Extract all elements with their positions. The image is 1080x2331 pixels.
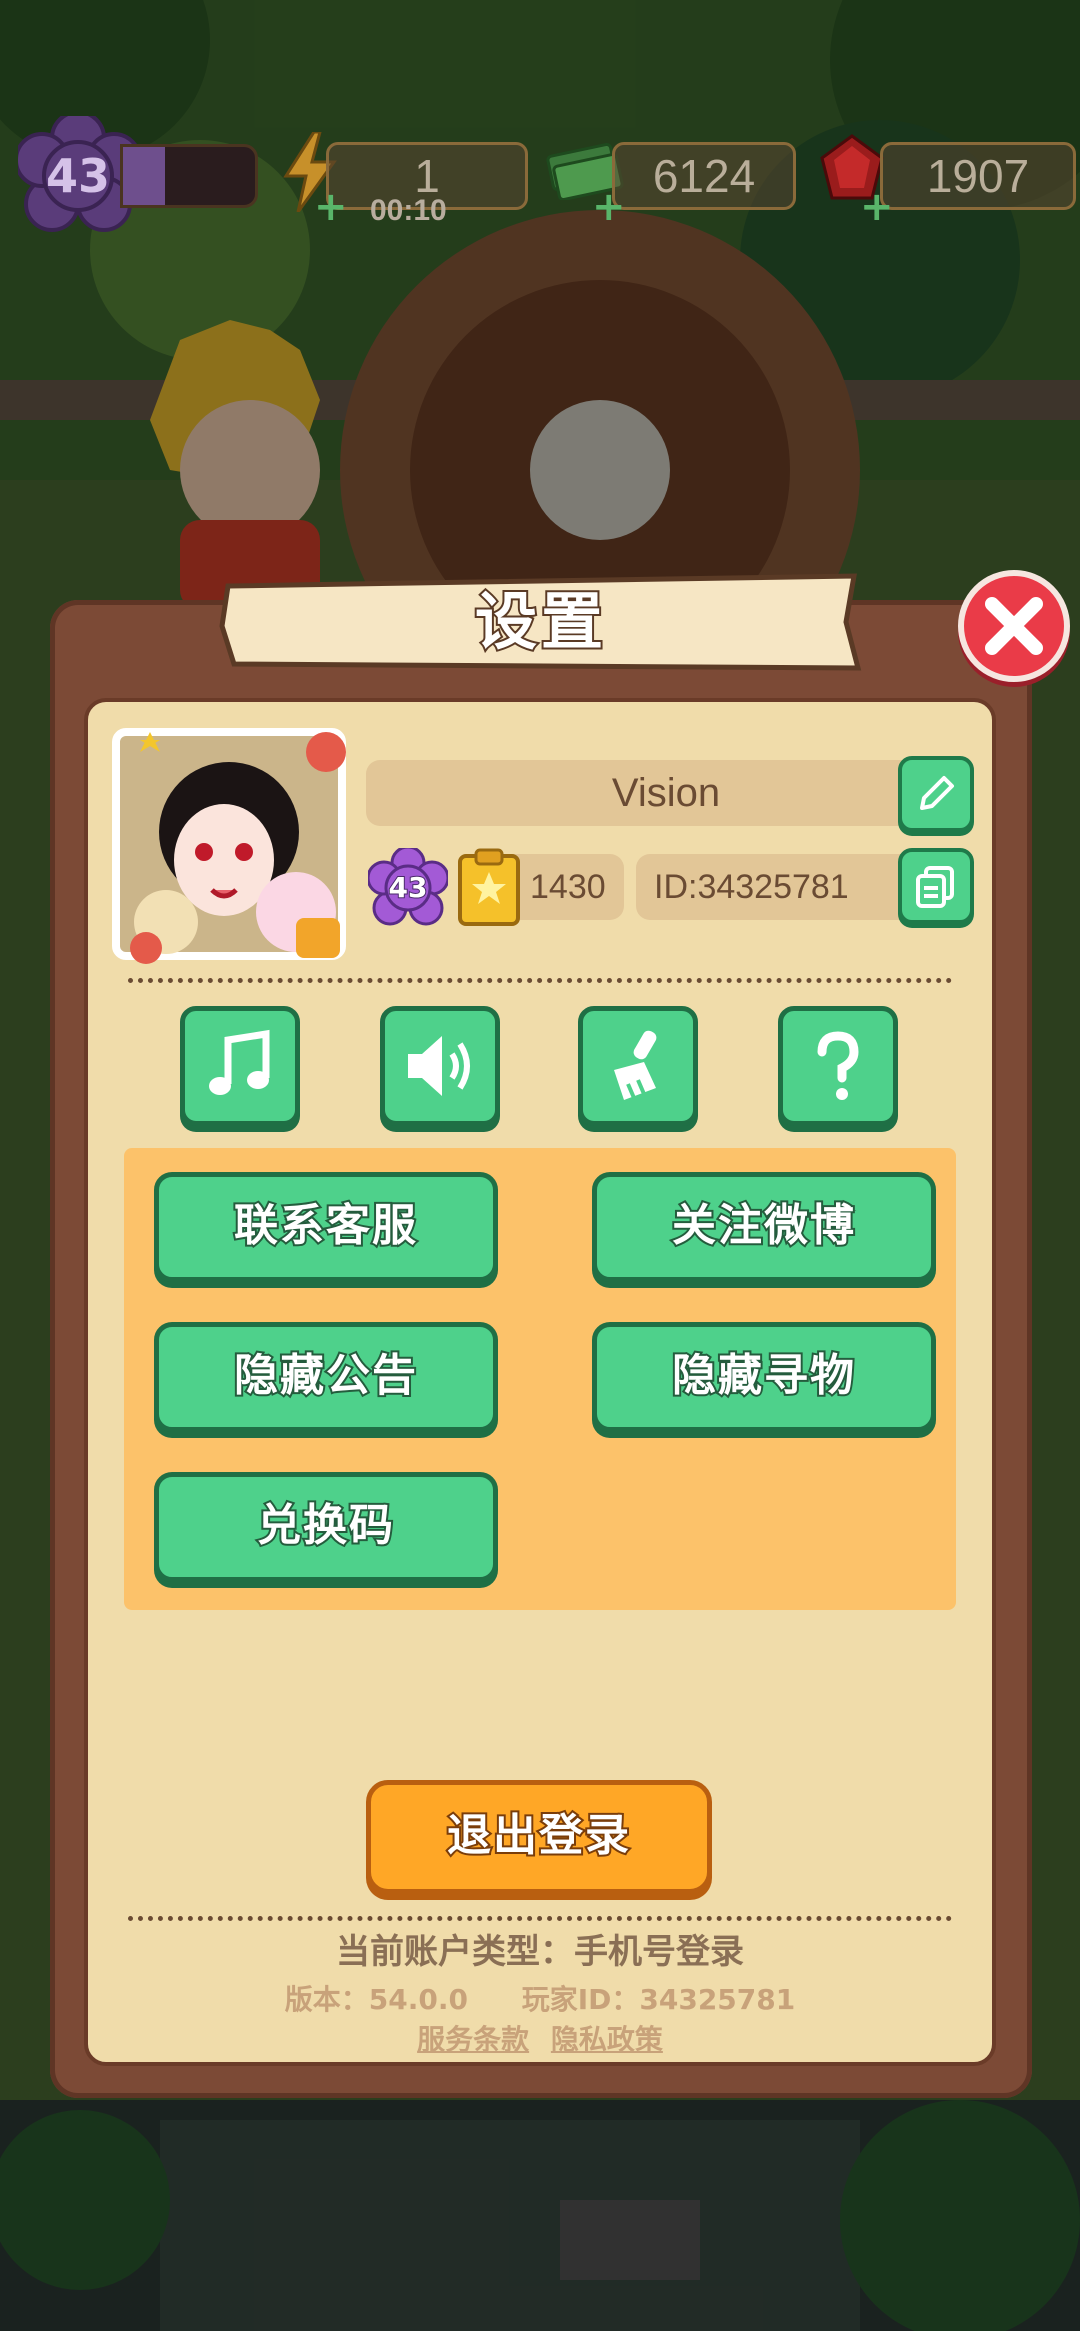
copy-icon [916,866,954,908]
close-button[interactable] [958,570,1070,682]
version-info: 版本：54.0.0 玩家ID：34325781 [84,1978,996,2018]
edit-name-button[interactable] [898,756,974,832]
hide-notice-button[interactable]: 隐藏公告 [154,1322,498,1432]
pencil-icon [920,776,954,810]
help-button[interactable] [778,1006,898,1126]
profile-level-badge: 43 [366,845,450,928]
xp-progress-bar [120,144,258,208]
customer-service-button[interactable]: 联系客服 [154,1172,498,1282]
dialog-title: 设置 [473,583,607,660]
player-name-field: Vision [366,760,966,826]
top-hud: 43 1 + 00:10 6124 + 1907 + [0,116,1080,232]
hide-search-button[interactable]: 隐藏寻物 [592,1322,936,1432]
divider [128,1916,952,1921]
player-id-label: 玩家ID：34325781 [521,1983,796,2016]
star-count-value: 1430 [530,868,606,906]
music-toggle-button[interactable] [180,1006,300,1126]
music-icon [209,1029,270,1095]
account-type-label: 当前账户类型：手机号登录 [336,1932,744,1972]
clear-cache-button[interactable] [578,1006,698,1126]
cash-counter: 6124 [612,142,796,210]
terms-link[interactable]: 服务条款 [417,2023,529,2056]
copy-id-button[interactable] [898,848,974,924]
xp-progress-fill [123,147,166,205]
player-id-field: ID:34325781 [636,854,932,920]
sound-toggle-button[interactable] [380,1006,500,1126]
energy-timer: 00:10 [370,194,447,227]
cash-plus-icon[interactable]: + [592,187,626,227]
brush-icon [614,1030,657,1100]
star-clipboard-icon [458,848,520,926]
avatar-edit-badge [296,918,340,958]
privacy-link[interactable]: 隐私政策 [551,2023,663,2056]
gem-plus-icon[interactable]: + [860,187,894,227]
logout-button[interactable]: 退出登录 [366,1780,712,1894]
avatar[interactable] [106,722,352,966]
gem-counter: 1907 [880,142,1076,210]
legal-links: 服务条款 隐私政策 [84,2018,996,2058]
version-label: 版本：54.0.0 [284,1983,468,2016]
question-mark-icon [817,1031,859,1100]
redeem-code-button[interactable]: 兑换码 [154,1472,498,1582]
divider [128,978,952,983]
follow-weibo-button[interactable]: 关注微博 [592,1172,936,1282]
speaker-icon [408,1036,470,1096]
close-icon [985,597,1043,655]
profile-level-value: 43 [388,870,429,905]
energy-plus-icon[interactable]: + [314,187,348,227]
